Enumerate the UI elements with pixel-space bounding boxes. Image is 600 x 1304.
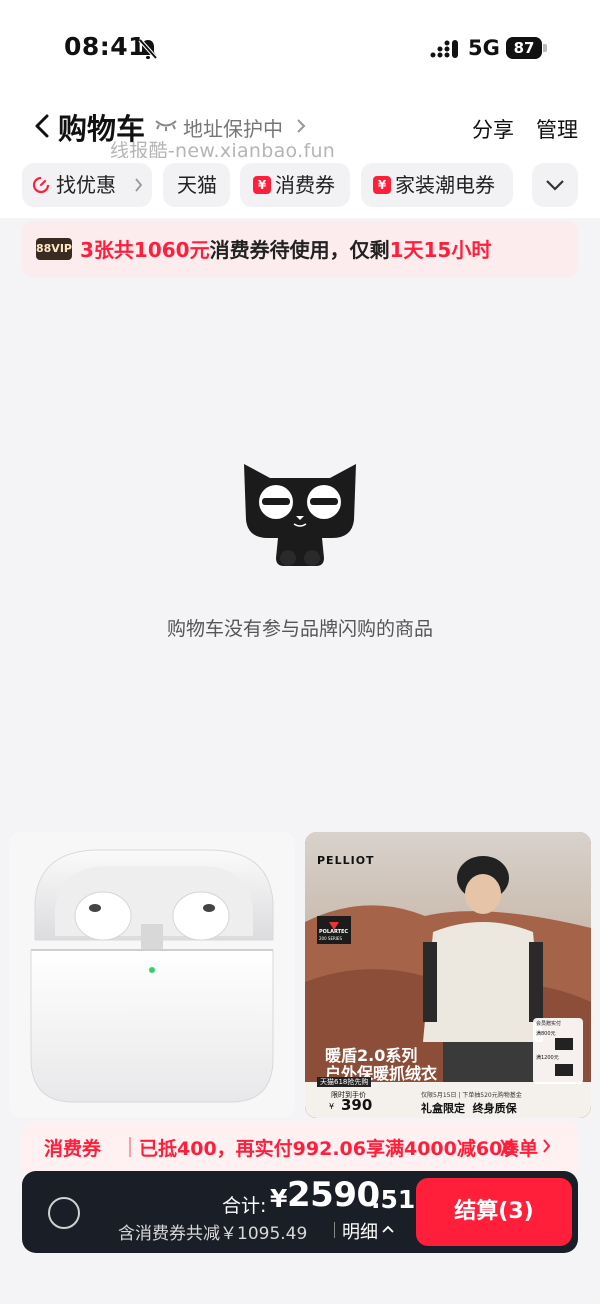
checkout-button[interactable]: 结算(3) <box>416 1178 572 1246</box>
coupon-summary-bar[interactable]: 消费券 已抵400，再实付992.06享满4000减600 凑单 <box>22 1121 578 1173</box>
chip-expand[interactable] <box>532 163 578 207</box>
polartec-series: 200 SERIES <box>319 936 342 941</box>
ad-promo-small: 天猫618抢先购 <box>317 1077 372 1087</box>
chevron-right-icon <box>135 178 143 192</box>
add-items-link[interactable]: 凑单 <box>500 1134 538 1161</box>
battery-icon: 87 <box>506 37 542 59</box>
ad-gift-tier2: 满1200元 <box>536 1055 559 1061</box>
chip-label: 家装潮电券 <box>395 173 495 197</box>
back-icon[interactable] <box>32 112 52 140</box>
chip-label: 找优惠 <box>56 173 116 197</box>
chip-consumer-coupon[interactable]: ¥ 消费券 <box>240 163 350 207</box>
product-card-earbuds[interactable] <box>9 832 295 1118</box>
coupon-mid-text: 消费券待使用，仅剩 <box>209 238 390 262</box>
chip-label: 消费券 <box>275 173 335 197</box>
coupon-remaining-time: 1天15小时 <box>389 238 492 262</box>
ad-notice: 仅限5月15日 | 下单抽520元购物基金 <box>421 1092 522 1099</box>
manage-button[interactable]: 管理 <box>536 114 578 144</box>
select-all-checkbox[interactable] <box>48 1197 80 1229</box>
polartec-tag: POLARTEC <box>319 929 349 935</box>
earbuds-product-image <box>30 849 274 1103</box>
bell-muted-icon <box>138 38 158 60</box>
ad-guarantee: 礼盒限定 终身质保 <box>421 1102 517 1115</box>
total-amount-decimal: .51 <box>371 1185 416 1214</box>
chevron-up-icon <box>382 1225 394 1233</box>
yen-coupon-icon: ¥ <box>253 176 271 194</box>
network-type: 5G <box>468 36 500 60</box>
vip-coupon-banner[interactable]: 88VIP 3张共1060元消费券待使用，仅剩1天15小时 <box>22 221 578 277</box>
chip-tmall[interactable]: 天猫 <box>163 163 230 207</box>
vip-banner-text: 3张共1060元消费券待使用，仅剩1天15小时 <box>80 234 491 263</box>
divider <box>129 1137 131 1157</box>
chip-label: 天猫 <box>177 173 217 197</box>
divider <box>334 1222 335 1238</box>
coupon-count-amount: 3张共1060元 <box>80 238 210 262</box>
filter-chip-bar: 找优惠 天猫 ¥ 消费券 ¥ 家装潮电券 <box>0 158 600 218</box>
signal-icon <box>430 40 458 58</box>
brand-logo: PELLIOT <box>317 854 375 867</box>
empty-state-message: 购物车没有参与品牌闪购的商品 <box>166 618 433 640</box>
total-amount-integer: 2590 <box>287 1175 380 1215</box>
battery-tip <box>543 44 547 52</box>
ad-gift-tier1: 满800元 <box>536 1031 556 1037</box>
discount-summary: 含消费券共减￥1095.49 <box>118 1224 308 1244</box>
timer-icon <box>32 176 50 194</box>
status-bar: 08:41 5G 87 <box>0 0 600 96</box>
status-time: 08:41 <box>64 32 147 61</box>
closed-eye-icon[interactable] <box>154 118 178 132</box>
detail-button[interactable]: 明细 <box>342 1218 378 1244</box>
tmall-cat-mascot-icon <box>244 464 356 566</box>
chevron-right-icon <box>297 119 306 133</box>
share-button[interactable]: 分享 <box>472 114 514 144</box>
ad-price-currency: ¥ <box>329 1102 335 1111</box>
ad-price: 390 <box>341 1096 373 1114</box>
chevron-down-icon <box>546 180 564 191</box>
cart-header: 购物车 地址保护中 线报酷-new.xianbao.fun 分享 管理 <box>0 96 600 162</box>
product-card-fleece-jacket[interactable]: PELLIOT POLARTEC 200 SERIES 暖盾2.0系列 户外保暖… <box>305 832 591 1118</box>
total-currency: ¥ <box>270 1184 288 1213</box>
total-label: 合计: <box>222 1195 267 1217</box>
chip-find-deals[interactable]: 找优惠 <box>22 163 152 207</box>
checkout-bar: 合计: ¥ 2590 .51 含消费券共减￥1095.49 明细 结算(3) <box>22 1171 578 1253</box>
vip-badge: 88VIP <box>36 238 72 260</box>
coupon-label: 消费券 <box>44 1138 102 1160</box>
coupon-message: 已抵400，再实付992.06享满4000减600 <box>139 1138 516 1160</box>
ad-gift-title: 会员赠实付 <box>536 1021 562 1027</box>
yen-coupon-icon: ¥ <box>373 176 391 194</box>
chevron-right-icon <box>543 1139 551 1153</box>
chip-home-electronics-coupon[interactable]: ¥ 家装潮电券 <box>361 163 513 207</box>
